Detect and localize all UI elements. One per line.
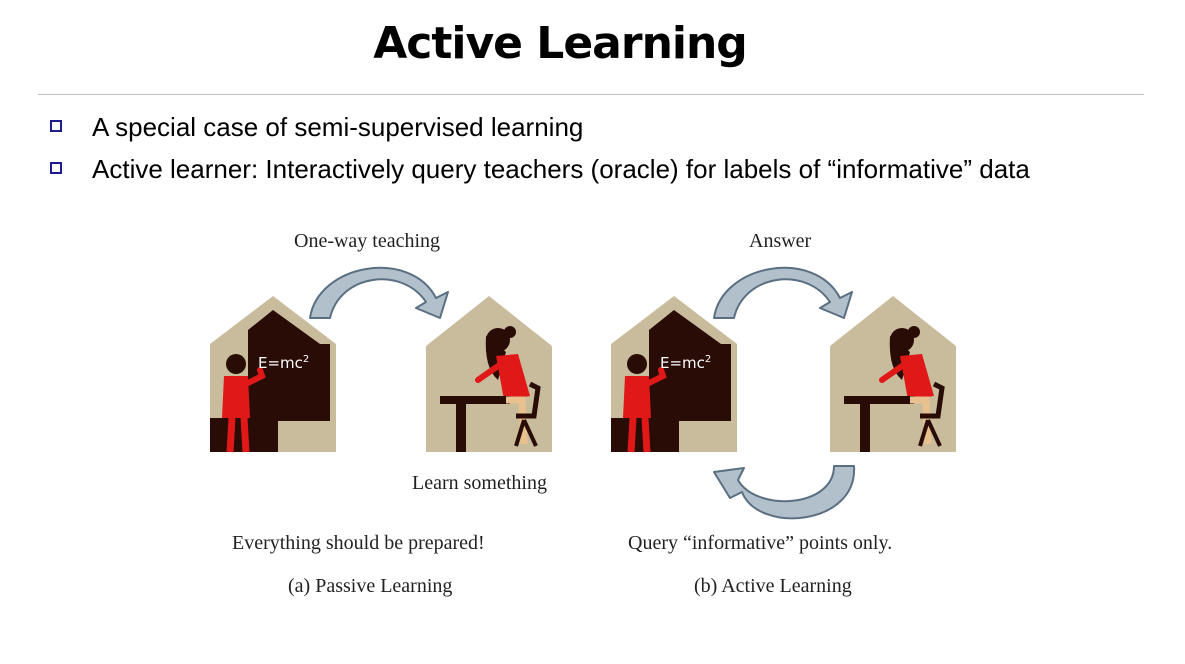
active-query-note: Query “informative” points only. — [628, 532, 893, 554]
active-caption: (b) Active Learning — [694, 575, 852, 597]
teacher-house-icon — [210, 296, 336, 453]
bullet-text: Active learner: Interactively query teac… — [92, 154, 1030, 184]
query-arrow-icon — [713, 465, 856, 520]
passive-caption: (a) Passive Learning — [288, 575, 453, 597]
bullet-item: A special case of semi-supervised learni… — [46, 108, 1106, 146]
bullet-text: A special case of semi-supervised learni… — [92, 112, 584, 142]
passive-note: Everything should be prepared! — [232, 532, 485, 554]
equation-exponent: 2 — [302, 354, 310, 365]
active-equation: E=mc2 — [660, 354, 711, 372]
passive-equation: E=mc2 — [258, 354, 309, 372]
teacher-house-icon — [611, 296, 737, 453]
bullet-item: Active learner: Interactively query teac… — [46, 150, 1106, 188]
checkbox-bullet-icon — [50, 120, 62, 132]
equation-text: E=mc — [660, 354, 705, 372]
student-house-icon — [830, 296, 956, 452]
equation-text: E=mc — [258, 354, 303, 372]
checkbox-bullet-icon — [50, 162, 62, 174]
passive-student-label: Learn something — [412, 472, 547, 494]
bullet-list: A special case of semi-supervised learni… — [46, 108, 1106, 192]
slide-title: Active Learning — [373, 18, 748, 69]
student-house-icon — [426, 296, 552, 452]
active-arrow-label: Answer — [749, 230, 812, 252]
title-divider — [38, 94, 1144, 95]
passive-arrow-label: One-way teaching — [294, 230, 441, 252]
equation-exponent: 2 — [704, 354, 712, 365]
